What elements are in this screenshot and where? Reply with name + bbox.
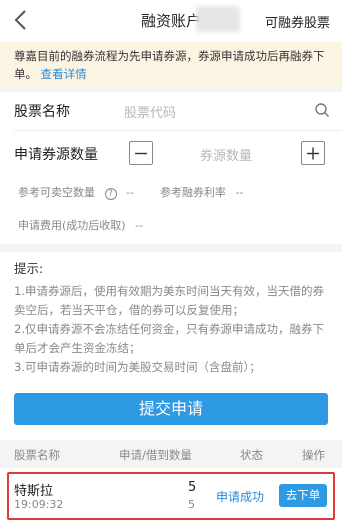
help-icon[interactable]: ? [104,188,117,200]
col-header-qty: 申请/借到数量 [119,448,192,462]
row-borrowed-qty: 5 [188,498,195,511]
fee-info: 申请费用(成功后收取) -- [18,217,143,233]
rate-label: 参考融券利率 [160,186,226,199]
divider [14,130,342,131]
apply-qty-input[interactable]: 券源数量 [200,145,252,164]
place-order-button[interactable]: 去下单 [279,484,327,507]
rate-value: -- [235,186,244,199]
col-header-status: 状态 [240,448,263,462]
section-gap [0,88,342,92]
col-header-action: 操作 [302,448,325,462]
nav-bar: 融资账户 可融券股票 [0,0,342,42]
row-applied-qty: 5 [188,480,197,495]
stock-code-input[interactable]: 股票代码 [124,102,176,121]
apply-qty-label: 申请券源数量 [14,147,98,163]
tip-2: 2.仅申请券源不会冻结任何资金，只有券源申请成功，融券下单后才会产生资金冻结； [14,322,324,355]
tips-title: 提示: [14,261,44,276]
tips-list: 1.申请券源后，使用有效期为美东时间当天有效，当天借的券卖空后，若当天平仓，借的… [14,282,332,377]
section-gap [0,244,342,252]
row-status: 申请成功 [216,490,265,504]
fee-label: 申请费用(成功后收取) [18,219,126,232]
col-header-name: 股票名称 [14,448,60,462]
redacted-mask [196,6,240,32]
stock-name-label: 股票名称 [14,104,70,120]
row-stock-name: 特斯拉 [14,484,54,499]
fee-value: -- [135,219,144,232]
submit-button[interactable]: 提交申请 [14,393,328,425]
increment-button[interactable] [301,141,325,165]
view-details-link[interactable]: 查看详情 [41,67,87,81]
short-qty-info: 参考可卖空数量 ? -- [18,184,134,200]
tip-3: 3.可申请券源的时间为美股交易时间（含盘前）； [14,360,261,374]
notice-banner: 尊嘉目前的融券流程为先申请券源，券源申请成功后再融券下单。 查看详情 [0,42,342,88]
rate-info: 参考融券利率 -- [160,184,243,200]
short-qty-label: 参考可卖空数量 [18,186,95,199]
decrement-button[interactable] [129,141,153,165]
search-icon[interactable] [314,102,330,118]
row-time: 19:09:32 [14,498,64,511]
short-qty-value: -- [126,186,134,199]
tip-1: 1.申请券源后，使用有效期为美东时间当天有效，当天借的券卖空后，若当天平仓，借的… [14,284,324,317]
shortable-stocks-link[interactable]: 可融券股票 [265,12,330,31]
